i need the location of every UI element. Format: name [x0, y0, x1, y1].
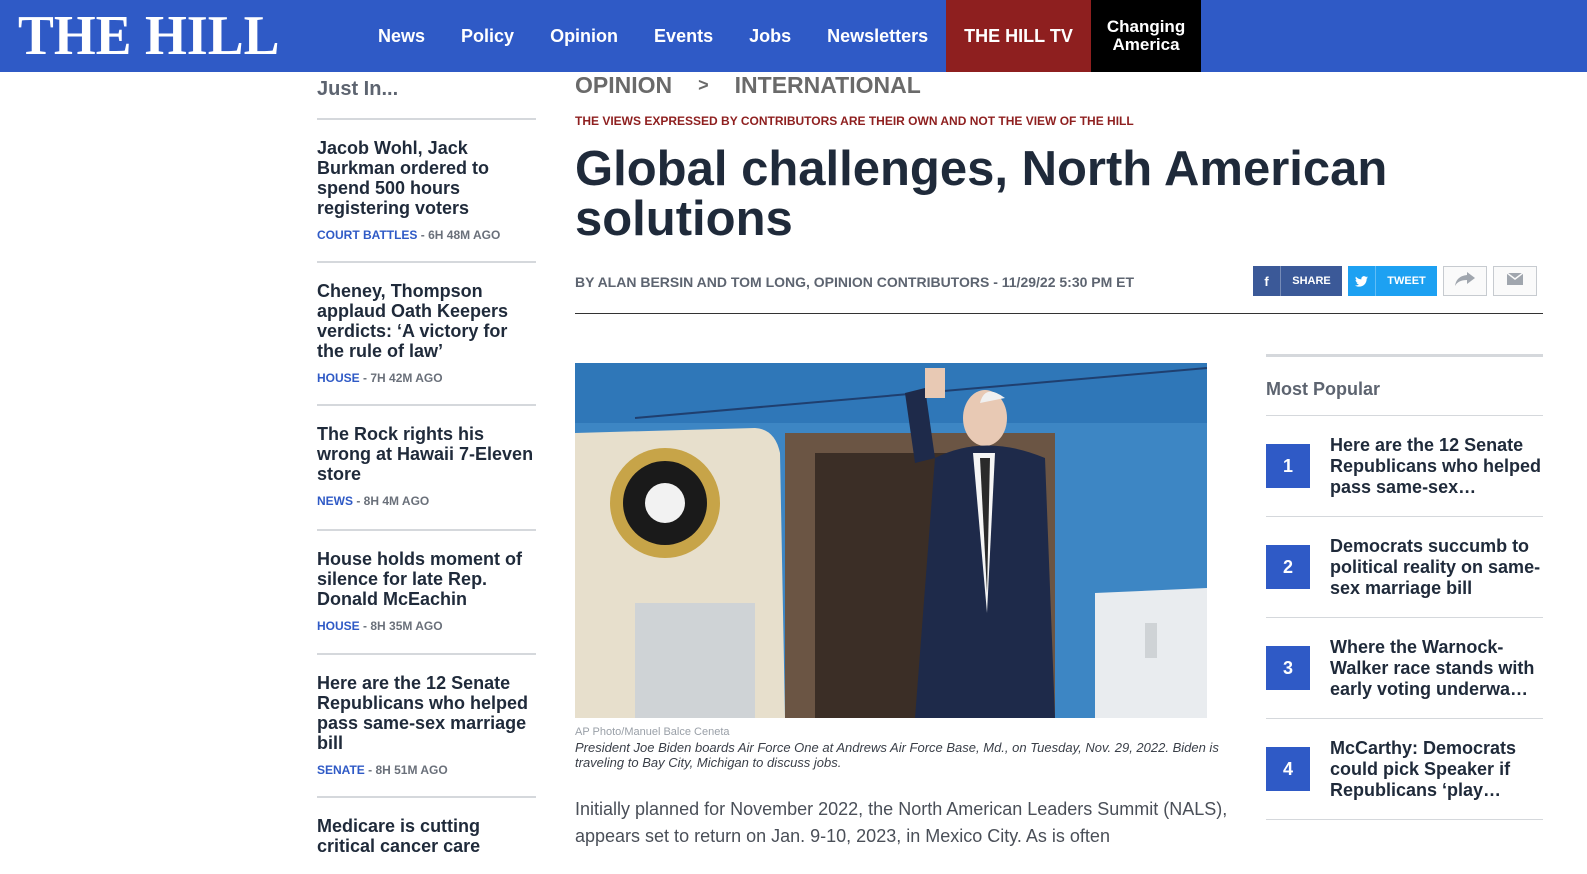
breadcrumb-opinion[interactable]: OPINION [575, 72, 672, 99]
tweet-label: TWEET [1387, 275, 1426, 287]
share-button[interactable] [1443, 266, 1487, 296]
list-item-meta: SENATE - 8H 51M AGO [317, 763, 536, 777]
nav-newsletters[interactable]: Newsletters [809, 0, 946, 72]
list-item-meta: HOUSE - 7H 42M AGO [317, 371, 536, 385]
nav-opinion[interactable]: Opinion [532, 0, 636, 72]
article-body: Initially planned for November 2022, the… [575, 799, 1228, 846]
timestamp: - 7H 42M AGO [359, 371, 443, 385]
nav-hill-tv[interactable]: THE HILL TV [946, 0, 1091, 72]
breadcrumb: OPINION > INTERNATIONAL [575, 72, 1543, 98]
list-item-title[interactable]: Here are the 12 Senate Republicans who h… [317, 673, 536, 753]
site-logo[interactable]: THE HILL [18, 8, 279, 64]
timestamp: - 8H 51M AGO [364, 763, 448, 777]
opinion-disclaimer: THE VIEWS EXPRESSED BY CONTRIBUTORS ARE … [575, 114, 1134, 128]
breadcrumb-international[interactable]: INTERNATIONAL [735, 72, 921, 99]
facebook-icon: f [1253, 266, 1281, 296]
nav-jobs[interactable]: Jobs [731, 0, 809, 72]
category-link[interactable]: COURT BATTLES [317, 228, 417, 242]
list-item[interactable]: Here are the 12 Senate Republicans who h… [317, 655, 536, 798]
nav-events[interactable]: Events [636, 0, 731, 72]
main-nav: News Policy Opinion Events Jobs Newslett… [360, 0, 1202, 72]
article-headline: Global challenges, North American soluti… [575, 142, 1388, 246]
changing-america-line2: America [1112, 35, 1180, 54]
popular-item[interactable]: 4 McCarthy: Democrats could pick Speaker… [1266, 719, 1543, 820]
photo-caption: President Joe Biden boards Air Force One… [575, 740, 1219, 770]
email-icon [1506, 272, 1524, 290]
category-link[interactable]: SENATE [317, 763, 365, 777]
email-share-button[interactable] [1493, 266, 1537, 296]
list-item[interactable]: Cheney, Thompson applaud Oath Keepers ve… [317, 263, 536, 406]
twitter-icon [1348, 266, 1376, 296]
just-in-sidebar: Just In... Jacob Wohl, Jack Burkman orde… [317, 72, 536, 874]
rank-badge: 2 [1266, 545, 1310, 589]
article-byline: BY ALAN BERSIN AND TOM LONG, OPINION CON… [575, 274, 1135, 290]
nav-changing-america[interactable]: Changing America [1090, 0, 1202, 72]
popular-item-title[interactable]: McCarthy: Democrats could pick Speaker i… [1330, 738, 1543, 801]
twitter-share-button[interactable]: TWEET [1348, 266, 1437, 296]
article-photo [575, 363, 1207, 718]
rank-badge: 3 [1266, 646, 1310, 690]
popular-item[interactable]: 2 Democrats succumb to political reality… [1266, 517, 1543, 618]
changing-america-line1: Changing [1106, 17, 1186, 36]
list-item[interactable]: The Rock rights his wrong at Hawaii 7-El… [317, 406, 536, 531]
list-item-title[interactable]: Jacob Wohl, Jack Burkman ordered to spen… [317, 138, 536, 218]
rank-badge: 1 [1266, 444, 1310, 488]
list-item[interactable]: House holds moment of silence for late R… [317, 531, 536, 655]
category-link[interactable]: HOUSE [317, 619, 360, 633]
timestamp: - 8H 4M AGO [353, 494, 430, 508]
list-item-meta: COURT BATTLES - 6H 48M AGO [317, 228, 536, 242]
most-popular-heading: Most Popular [1266, 354, 1543, 416]
nav-policy[interactable]: Policy [443, 0, 532, 72]
rank-badge: 4 [1266, 747, 1310, 791]
just-in-heading: Just In... [317, 72, 536, 120]
list-item[interactable]: Jacob Wohl, Jack Burkman ordered to spen… [317, 120, 536, 263]
site-header: THE HILL News Policy Opinion Events Jobs… [0, 0, 1587, 72]
category-link[interactable]: NEWS [317, 494, 353, 508]
list-item-meta: HOUSE - 8H 35M AGO [317, 619, 536, 633]
share-label: SHARE [1292, 275, 1331, 287]
list-item[interactable]: Medicare is cutting critical cancer care [317, 798, 536, 874]
category-link[interactable]: HOUSE [317, 371, 360, 385]
list-item-title[interactable]: House holds moment of silence for late R… [317, 549, 536, 609]
popular-item-title[interactable]: Democrats succumb to political reality o… [1330, 536, 1543, 599]
list-item-title[interactable]: Cheney, Thompson applaud Oath Keepers ve… [317, 281, 536, 361]
popular-item-title[interactable]: Where the Warnock-Walker race stands wit… [1330, 637, 1543, 700]
article: OPINION > INTERNATIONAL THE VIEWS EXPRES… [575, 72, 1543, 846]
nav-news[interactable]: News [360, 0, 443, 72]
timestamp: - 6H 48M AGO [417, 228, 501, 242]
breadcrumb-separator: > [698, 74, 709, 95]
byline-row: BY ALAN BERSIN AND TOM LONG, OPINION CON… [575, 266, 1543, 314]
list-item-title[interactable]: Medicare is cutting critical cancer care [317, 816, 536, 856]
popular-item[interactable]: 3 Where the Warnock-Walker race stands w… [1266, 618, 1543, 719]
list-item-meta: NEWS - 8H 4M AGO [317, 494, 536, 508]
photo-credit: AP Photo/Manuel Balce Ceneta [575, 726, 730, 738]
share-buttons: f SHARE TWEET [1253, 266, 1537, 296]
list-item-title[interactable]: The Rock rights his wrong at Hawaii 7-El… [317, 424, 536, 484]
most-popular: Most Popular 1 Here are the 12 Senate Re… [1266, 354, 1543, 820]
share-arrow-icon [1455, 271, 1475, 291]
timestamp: - 8H 35M AGO [359, 619, 443, 633]
facebook-share-button[interactable]: f SHARE [1253, 266, 1342, 296]
popular-item[interactable]: 1 Here are the 12 Senate Republicans who… [1266, 416, 1543, 517]
popular-item-title[interactable]: Here are the 12 Senate Republicans who h… [1330, 435, 1543, 498]
